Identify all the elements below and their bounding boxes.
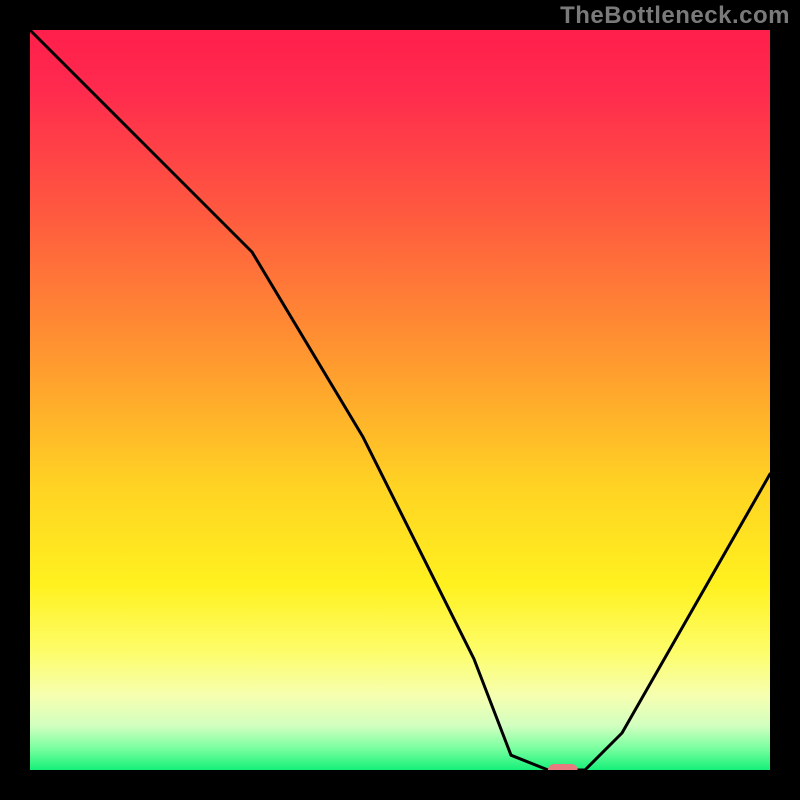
chart-container: TheBottleneck.com bbox=[0, 0, 800, 800]
watermark: TheBottleneck.com bbox=[560, 2, 790, 30]
bottleneck-chart bbox=[0, 0, 800, 800]
frame-bottom bbox=[0, 770, 800, 800]
frame-right bbox=[770, 0, 800, 800]
frame-left bbox=[0, 0, 30, 800]
